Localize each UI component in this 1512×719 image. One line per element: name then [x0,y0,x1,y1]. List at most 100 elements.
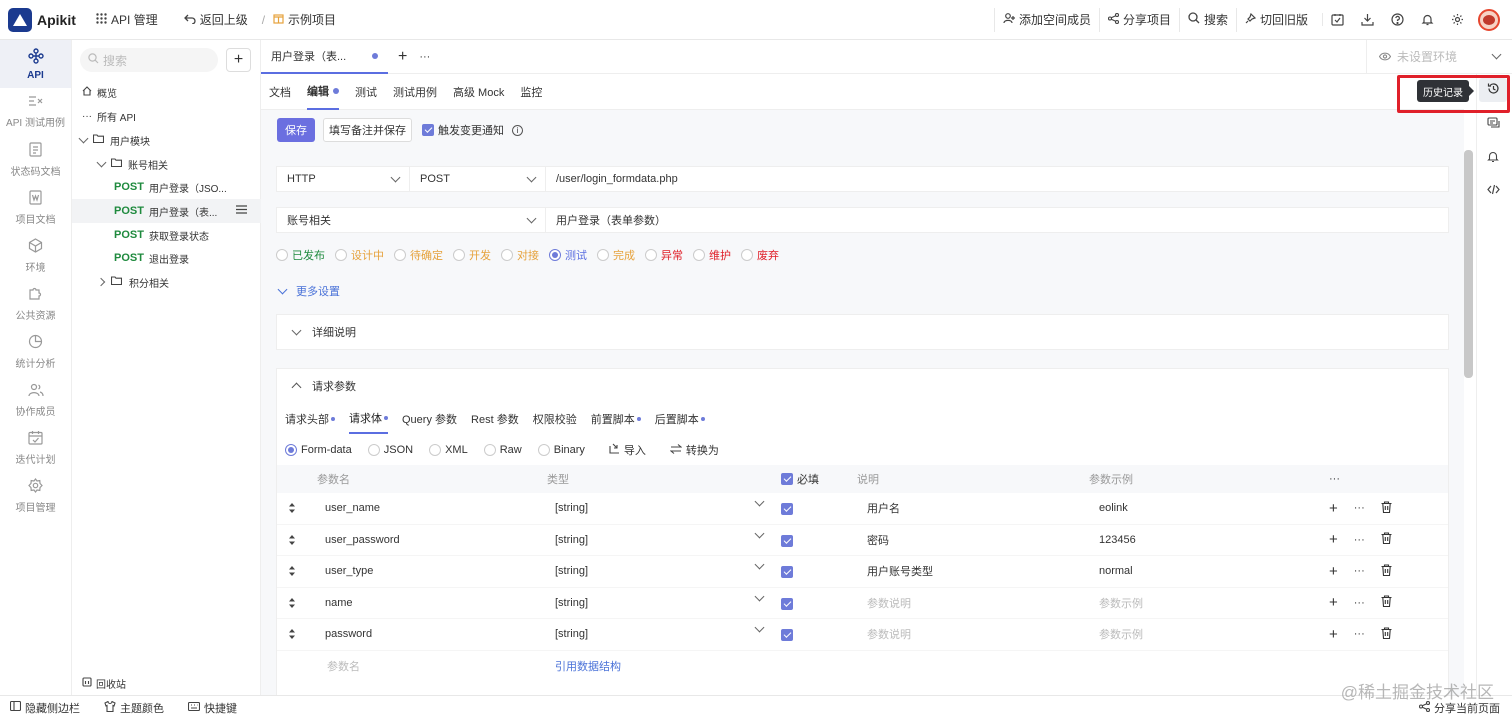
status-option[interactable]: 对接 [501,247,539,263]
drag-handle-icon[interactable] [277,597,307,608]
nav-environment[interactable]: 环境 [0,232,71,280]
add-row-icon[interactable]: + [1329,531,1338,548]
editor-tab-active[interactable]: 用户登录（表... [261,40,388,74]
comment-icon[interactable] [1484,114,1502,132]
row-more-icon[interactable]: ··· [1354,597,1365,609]
nav-iteration-plan[interactable]: 迭代计划 [0,424,71,472]
tree-group-user-module[interactable]: 用户模块 [72,128,261,152]
required-checkbox[interactable] [781,597,793,610]
param-type-select[interactable]: [string] [537,559,777,577]
drag-handle-icon[interactable] [277,566,307,577]
drag-menu-icon[interactable] [236,205,247,217]
param-desc-input[interactable]: 参数说明 [857,626,1089,642]
row-more-icon[interactable]: ··· [1354,534,1365,546]
status-option[interactable]: 完成 [597,247,635,263]
param-name-input[interactable]: user_name [307,502,537,514]
subtab-test[interactable]: 测试 [355,74,377,110]
param-type-select[interactable]: [string] [537,591,777,609]
status-option[interactable]: 已发布 [276,247,325,263]
switch-old-version-button[interactable]: 切回旧版 [1235,7,1316,32]
ref-struct-link[interactable]: 引用数据结构 [537,658,777,674]
status-option[interactable]: 测试 [549,247,587,263]
theme-color-button[interactable]: 主题颜色 [104,700,164,716]
drag-handle-icon[interactable] [277,534,307,545]
body-type-form-data[interactable]: Form-data [285,444,352,456]
param-desc-input[interactable]: 用户账号类型 [857,563,1089,579]
body-type-json[interactable]: JSON [367,444,413,456]
protocol-select[interactable]: HTTP [277,167,410,191]
method-select[interactable]: POST [410,167,546,191]
add-row-icon[interactable]: + [1329,626,1338,643]
tree-search-input[interactable]: 搜索 [80,48,218,72]
bell-icon[interactable] [1412,13,1442,26]
add-row-icon[interactable]: + [1329,500,1338,517]
tree-all-api[interactable]: ··· 所有 API [72,104,261,128]
param-tab-rest[interactable]: Rest 参数 [471,404,519,434]
param-example-input[interactable]: normal [1089,565,1319,577]
required-checkbox[interactable] [781,629,793,642]
save-with-note-button[interactable]: 填写备注并保存 [323,118,412,142]
save-button[interactable]: 保存 [277,118,315,142]
param-type-select[interactable]: [string] [537,496,777,514]
add-row-icon[interactable]: + [1329,563,1338,580]
avatar[interactable] [1478,8,1500,31]
required-checkbox[interactable] [781,534,793,547]
param-name-input[interactable]: user_password [307,534,537,546]
status-option[interactable]: 开发 [453,247,491,263]
subtab-mock[interactable]: 高级 Mock [453,74,504,110]
add-row-icon[interactable]: + [1329,594,1338,611]
trash-icon[interactable] [1381,627,1392,642]
subtab-docs[interactable]: 文档 [269,74,291,110]
trash-icon[interactable] [1381,595,1392,610]
param-tab-post-script[interactable]: 后置脚本 [655,404,705,434]
code-icon[interactable] [1484,180,1502,198]
convert-button[interactable]: 转换为 [669,442,719,458]
param-example-input[interactable]: eolink [1089,502,1319,514]
group-select[interactable]: 账号相关 [277,208,546,232]
import-button[interactable]: 导入 [609,442,646,458]
new-param-input[interactable]: 参数名 [307,658,537,674]
tree-api-item-selected[interactable]: POST 用户登录（表... [72,199,261,223]
body-type-binary[interactable]: Binary [537,444,585,456]
row-more-icon[interactable]: ··· [1354,628,1365,640]
required-checkbox[interactable] [781,566,793,579]
param-tab-auth[interactable]: 权限校验 [533,404,577,434]
more-settings-toggle[interactable]: 更多设置 [277,283,340,299]
body-type-raw[interactable]: Raw [483,444,522,456]
nav-statistics[interactable]: 统计分析 [0,328,71,376]
shortcut-button[interactable]: 快捷键 [187,700,237,716]
main-scrollbar[interactable] [1464,150,1473,378]
status-option[interactable]: 废弃 [741,247,779,263]
tree-group-account[interactable]: 账号相关 [72,152,261,176]
add-member-button[interactable]: 添加空间成员 [993,7,1099,32]
param-type-select[interactable]: [string] [537,528,777,546]
detail-header[interactable]: 详细说明 [277,315,1448,349]
share-project-button[interactable]: 分享项目 [1098,7,1179,32]
request-params-header[interactable]: 请求参数 [277,369,1448,403]
param-tab-query[interactable]: Query 参数 [402,404,457,434]
url-input[interactable]: /user/login_formdata.php [546,167,688,191]
tree-api-item[interactable]: POST 用户登录（JSO... [72,175,261,199]
param-desc-input[interactable]: 参数说明 [857,595,1089,611]
environment-selector[interactable]: 未设置环境 [1366,40,1512,74]
search-button[interactable]: 搜索 [1178,7,1236,32]
param-example-input[interactable]: 参数示例 [1089,595,1319,611]
recycle-bin[interactable]: 回收站 [82,676,126,691]
gear-icon[interactable] [1442,13,1472,26]
param-tab-body[interactable]: 请求体 [349,404,388,434]
param-name-input[interactable]: name [307,597,537,609]
help-icon[interactable] [1382,13,1412,26]
status-option[interactable]: 设计中 [335,247,384,263]
trash-icon[interactable] [1381,501,1392,516]
add-tab-icon[interactable]: + [398,48,407,66]
nav-project-docs[interactable]: 项目文档 [0,184,71,232]
nav-project-manage[interactable]: 项目管理 [0,472,71,520]
logo[interactable]: Apikit [8,7,78,32]
required-all-checkbox[interactable] [781,473,793,485]
tree-group-points[interactable]: 积分相关 [72,270,261,294]
status-option[interactable]: 异常 [645,247,683,263]
api-name-input[interactable]: 用户登录（表单参数） [546,208,676,232]
project-breadcrumb[interactable]: 示例项目 [273,11,336,28]
download-icon[interactable] [1352,13,1382,26]
status-option[interactable]: 待确定 [394,247,443,263]
